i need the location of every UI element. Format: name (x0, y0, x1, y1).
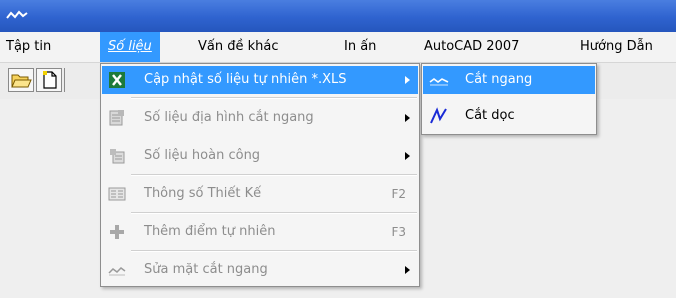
menu-separator (131, 174, 417, 176)
menu-item-so-lieu-hoan-cong[interactable]: Số liệu hoàn công (102, 142, 418, 170)
menu-van-de-khac[interactable]: Vấn đề khác (198, 32, 279, 62)
edit-section-icon (108, 267, 126, 276)
terrain-data-icon (109, 110, 124, 126)
longitudinal-section-icon (430, 107, 447, 124)
add-point-icon (110, 225, 124, 239)
menu-separator (131, 250, 417, 252)
design-params-icon (108, 187, 126, 201)
submenu-arrow-icon (405, 152, 410, 160)
menu-in-an[interactable]: In ấn (344, 32, 376, 62)
menu-separator (131, 97, 417, 99)
excel-icon (109, 72, 125, 88)
submenu-item-cat-ngang[interactable]: Cắt ngang (423, 66, 595, 94)
menu-item-label: Cập nhật số liệu tự nhiên *.XLS (144, 72, 347, 87)
menu-item-label: Thêm điểm tự nhiên (144, 224, 276, 239)
as-built-data-icon (110, 149, 125, 164)
menu-item-label: Số liệu địa hình cắt ngang (144, 110, 314, 125)
cross-section-icon (429, 78, 449, 86)
submenu-arrow-icon (405, 114, 410, 122)
new-file-icon (43, 71, 57, 89)
submenu-item-label: Cắt ngang (465, 72, 533, 87)
menu-huong-dan[interactable]: Hướng Dẫn (580, 32, 653, 62)
submenu-item-label: Cắt dọc (465, 108, 515, 123)
menu-item-cap-nhat-so-lieu[interactable]: Cập nhật số liệu tự nhiên *.XLS (102, 66, 418, 94)
menu-autocad-2007[interactable]: AutoCAD 2007 (424, 32, 519, 62)
submenu-arrow-icon (405, 266, 410, 274)
cap-nhat-submenu: Cắt ngang Cắt dọc (421, 63, 597, 135)
submenu-arrow-icon (405, 76, 410, 84)
shortcut-label: F3 (391, 225, 406, 239)
menu-bar: Tập tin Số liệu Vấn đề khác In ấn AutoCA… (0, 32, 676, 63)
toolbar-button-partial (64, 68, 68, 92)
so-lieu-dropdown-menu: Cập nhật số liệu tự nhiên *.XLS Số liệu … (100, 63, 420, 287)
menu-item-label: Số liệu hoàn công (144, 148, 261, 163)
app-icon (6, 10, 28, 19)
shortcut-label: F2 (391, 187, 406, 201)
open-folder-icon (11, 74, 32, 88)
menu-item-them-diem-tu-nhien[interactable]: Thêm điểm tự nhiên F3 (102, 218, 418, 246)
menu-separator (131, 212, 417, 214)
menu-item-thong-so-thiet-ke[interactable]: Thông số Thiết Kế F2 (102, 180, 418, 208)
title-bar (0, 0, 676, 32)
submenu-item-cat-doc[interactable]: Cắt dọc (423, 102, 595, 130)
menu-item-label: Thông số Thiết Kế (144, 186, 262, 201)
menu-item-sua-mat-cat-ngang[interactable]: Sửa mặt cắt ngang (102, 256, 418, 284)
menu-item-so-lieu-dia-hinh[interactable]: Số liệu địa hình cắt ngang (102, 104, 418, 132)
menu-tap-tin[interactable]: Tập tin (6, 32, 51, 62)
open-button[interactable] (8, 68, 34, 92)
menu-so-lieu[interactable]: Số liệu (100, 32, 160, 62)
new-button[interactable] (36, 68, 62, 92)
menu-item-label: Sửa mặt cắt ngang (144, 262, 268, 277)
